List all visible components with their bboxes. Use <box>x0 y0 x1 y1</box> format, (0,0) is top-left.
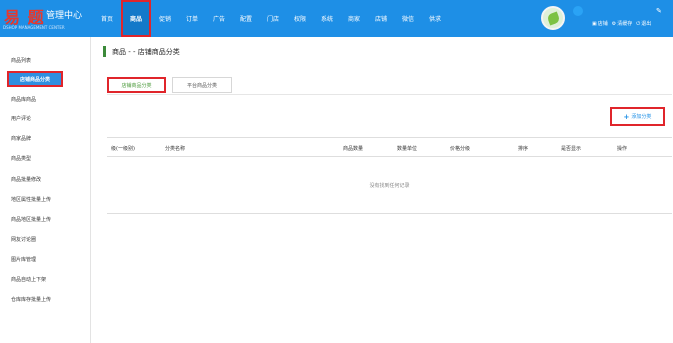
sidebar-item-goods-list[interactable]: 商品列表 <box>11 57 31 64</box>
logout-link[interactable]: ⏻ 退出 <box>636 20 652 28</box>
sidebar-item-region-attr-upload[interactable]: 地区属性批量上传 <box>11 196 51 203</box>
sidebar: 商品列表 店铺商品分类 商品库商品 用户评论 商家品牌 商品类型 商品批量修改 … <box>0 37 91 343</box>
sidebar-item-brands[interactable]: 商家品牌 <box>11 135 31 142</box>
nav-wechat[interactable]: 微信 <box>395 0 421 37</box>
nav-goods[interactable]: 商品 <box>121 0 151 37</box>
sidebar-item-user-comments[interactable]: 用户评论 <box>11 115 31 122</box>
table-header: 级(一级别) 分类名称 商品数量 数量单位 价格分级 排序 是否显示 操作 <box>107 137 672 157</box>
empty-state: 没有找到任何记录 <box>107 157 672 214</box>
nav-config[interactable]: 配置 <box>233 0 259 37</box>
column-unit: 数量单位 <box>397 146 418 152</box>
add-category-label: 添加分类 <box>631 114 652 120</box>
tabs-divider <box>107 94 672 95</box>
column-actions: 操作 <box>617 146 628 152</box>
column-level: 级(一级别) <box>111 146 135 152</box>
shop-icon: ▣ <box>592 20 597 27</box>
tabs: 店铺商品分类 平台商品分类 <box>107 77 232 93</box>
avatar[interactable] <box>541 6 565 30</box>
column-goods-count: 商品数量 <box>343 146 364 152</box>
leaf-icon <box>545 10 561 26</box>
main-nav: 首页 商品 促销 订单 广告 配置 门店 权限 系统 商家 店铺 微信 供求 <box>94 0 449 37</box>
nav-merchants[interactable]: 商家 <box>341 0 367 37</box>
top-actions: ▣ 店铺 ⚙ 清缓存 ⏻ 退出 <box>592 20 652 28</box>
sidebar-item-stock-upload[interactable]: 仓库库存批量上传 <box>11 296 51 303</box>
clear-cache-link[interactable]: ⚙ 清缓存 <box>611 20 633 28</box>
main-content: 商品 - - 店铺商品分类 店铺商品分类 平台商品分类 + 添加分类 级(一级别… <box>95 37 673 343</box>
column-is-visible: 是否显示 <box>561 146 582 152</box>
edit-icon[interactable]: ✎ <box>656 7 662 15</box>
nav-ads[interactable]: 广告 <box>206 0 232 37</box>
logo[interactable]: 易 题 管理中心 DSHOP MANAGEMENT CENTER <box>0 0 95 37</box>
nav-supply[interactable]: 供求 <box>422 0 448 37</box>
nav-promotion[interactable]: 促销 <box>152 0 178 37</box>
sidebar-item-batch-edit[interactable]: 商品批量修改 <box>11 176 41 183</box>
column-price-grade: 价格分级 <box>450 146 471 152</box>
breadcrumb-bar <box>103 46 106 57</box>
sidebar-item-discussion[interactable]: 网友讨论圈 <box>11 236 36 243</box>
logo-subtitle: DSHOP MANAGEMENT CENTER <box>3 25 65 30</box>
gear-icon: ⚙ <box>611 20 617 27</box>
sidebar-item-goods-types[interactable]: 商品类型 <box>11 155 31 162</box>
column-sort: 排序 <box>518 146 529 152</box>
notification-dot-icon <box>573 6 583 16</box>
shop-link[interactable]: ▣ 店铺 <box>592 20 608 28</box>
plus-icon: + <box>623 112 630 121</box>
clear-cache-label: 清缓存 <box>617 21 633 27</box>
sidebar-item-auto-shelf[interactable]: 商品自动上下架 <box>11 276 46 283</box>
breadcrumb: 商品 - - 店铺商品分类 <box>103 46 180 57</box>
top-bar: 易 题 管理中心 DSHOP MANAGEMENT CENTER 首页 商品 促… <box>0 0 673 37</box>
tab-shop-category[interactable]: 店铺商品分类 <box>107 77 166 93</box>
sidebar-item-shop-category[interactable]: 店铺商品分类 <box>7 71 63 87</box>
logout-label: 退出 <box>641 21 652 27</box>
shop-link-label: 店铺 <box>597 21 608 27</box>
page-title: 商品 - - 店铺商品分类 <box>112 47 180 56</box>
nav-system[interactable]: 系统 <box>314 0 340 37</box>
power-icon: ⏻ <box>636 20 641 27</box>
nav-permissions[interactable]: 权限 <box>287 0 313 37</box>
admin-center-title: 管理中心 <box>46 11 83 21</box>
nav-orders[interactable]: 订单 <box>179 0 205 37</box>
column-category-name: 分类名称 <box>165 146 186 152</box>
sidebar-item-image-library[interactable]: 图片库管理 <box>11 256 36 263</box>
add-category-button[interactable]: + 添加分类 <box>610 107 665 126</box>
sidebar-item-region-goods-upload[interactable]: 商品地区批量上传 <box>11 216 51 223</box>
tab-platform-category[interactable]: 平台商品分类 <box>172 77 232 93</box>
nav-shop[interactable]: 店铺 <box>368 0 394 37</box>
sidebar-item-goods-library[interactable]: 商品库商品 <box>11 96 36 103</box>
nav-home[interactable]: 首页 <box>94 0 120 37</box>
nav-stores[interactable]: 门店 <box>260 0 286 37</box>
